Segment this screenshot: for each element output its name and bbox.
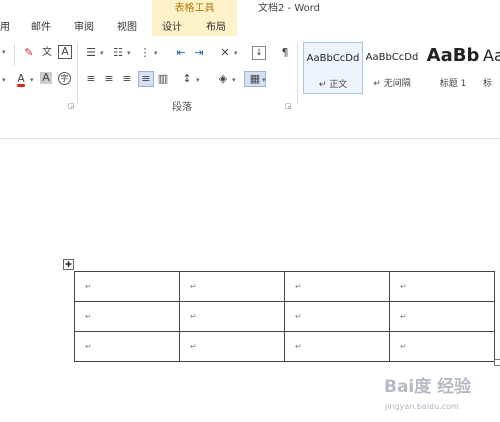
tab-mailings[interactable]: 邮件 (31, 18, 51, 33)
table-move-handle[interactable]: ✚ (63, 259, 74, 270)
table-cell[interactable]: ↵ (389, 331, 495, 362)
table-row: ↵ ↵ ↵ ↵ (74, 271, 495, 302)
justify-icon[interactable]: ≡ (138, 71, 154, 87)
chevron-down-icon[interactable]: ▾ (154, 49, 158, 57)
numbering-icon[interactable]: ☷ (111, 46, 125, 60)
table-cell[interactable]: ↵ (284, 301, 390, 332)
align-center-icon[interactable]: ≡ (102, 72, 116, 86)
table-cell[interactable]: ↵ (179, 301, 285, 332)
tab-start[interactable]: 用 (0, 18, 10, 33)
chevron-down-icon[interactable]: ▾ (2, 76, 6, 84)
paragraph-mark: ↵ (400, 282, 407, 291)
table-resize-handle[interactable] (494, 359, 500, 366)
table-cell[interactable]: ↵ (179, 331, 285, 362)
style-heading-1[interactable]: AaBb 标题 1 (423, 42, 483, 92)
table-cell[interactable]: ↵ (74, 271, 180, 302)
paragraph-group-label: 段落 (172, 102, 192, 113)
paragraph-mark: ↵ (85, 282, 92, 291)
paragraph-mark: ↵ (295, 282, 302, 291)
bullets-icon[interactable]: ☰ (84, 46, 98, 60)
style-name: ↵ 无间隔 (373, 79, 411, 89)
style-no-spacing[interactable]: AaBbCcDd ↵ 无间隔 (363, 42, 421, 92)
style-sample: AaBbCcDd (365, 52, 419, 63)
sort-icon[interactable]: ↓ (252, 46, 266, 60)
table-tools-label: 表格工具 (174, 3, 215, 14)
table-row: ↵ ↵ ↵ ↵ (74, 331, 495, 362)
distributed-icon[interactable]: ▥ (156, 72, 170, 86)
style-name: 标 (483, 79, 493, 89)
tab-review[interactable]: 审阅 (74, 18, 94, 33)
style-sample: AaBb (426, 45, 480, 66)
style-name: 标题 1 (439, 79, 467, 89)
watermark-url: jingyan.baidu.com (385, 402, 459, 411)
chevron-down-icon[interactable]: ▾ (2, 48, 6, 56)
title-bar (0, 0, 500, 18)
window-title: 文档2 - Word (258, 3, 321, 14)
tab-table-layout[interactable]: 布局 (206, 18, 226, 33)
paragraph-mark: ↵ (190, 342, 197, 351)
style-normal[interactable]: AaBbCcDd ↵ 正文 (303, 42, 363, 94)
tab-table-design[interactable]: 设计 (162, 18, 182, 33)
paragraph-mark: ↵ (295, 342, 302, 351)
dialog-launcher-icon[interactable]: ◲ (285, 102, 292, 110)
align-right-icon[interactable]: ≡ (120, 72, 134, 86)
table-cell[interactable]: ↵ (74, 301, 180, 332)
phonetic-guide-icon[interactable]: 文 (40, 46, 54, 60)
character-shading-icon[interactable]: A (40, 72, 52, 84)
paragraph-mark: ↵ (190, 312, 197, 321)
chinese-layout-icon[interactable]: ✕ (218, 46, 232, 60)
chevron-down-icon[interactable]: ▾ (127, 49, 131, 57)
document-table[interactable]: ↵ ↵ ↵ ↵ ↵ ↵ ↵ ↵ ↵ ↵ ↵ ↵ (74, 271, 495, 362)
tab-view[interactable]: 视图 (117, 18, 137, 33)
chevron-down-icon[interactable]: ▾ (100, 49, 104, 57)
line-spacing-icon[interactable]: ↕ (180, 72, 194, 86)
clear-formatting-icon[interactable]: ✎ (22, 46, 36, 60)
paragraph-mark: ↵ (85, 312, 92, 321)
table-cell[interactable]: ↵ (389, 301, 495, 332)
ribbon-collapsed-strip (0, 116, 500, 139)
chevron-down-icon[interactable]: ▾ (232, 76, 236, 84)
style-heading-2[interactable]: Aa 标 (483, 42, 500, 92)
dialog-launcher-icon[interactable]: ◲ (68, 102, 75, 110)
character-border-icon[interactable]: A (58, 45, 72, 59)
paragraph-mark: ↵ (190, 282, 197, 291)
paragraph-mark: ↵ (400, 312, 407, 321)
style-name: ↵ 正文 (318, 80, 348, 90)
table-cell[interactable]: ↵ (284, 331, 390, 362)
chevron-down-icon[interactable]: ▾ (262, 76, 266, 84)
style-sample: Aa (483, 46, 500, 65)
font-color-icon[interactable]: A (14, 72, 28, 86)
style-sample: AaBbCcDd (306, 53, 360, 64)
increase-indent-icon[interactable]: ⇥ (192, 46, 206, 60)
show-marks-icon[interactable]: ¶ (278, 46, 292, 60)
paragraph-mark: ↵ (400, 342, 407, 351)
table-cell[interactable]: ↵ (389, 271, 495, 302)
table-cell[interactable]: ↵ (74, 331, 180, 362)
chevron-down-icon[interactable]: ▾ (196, 76, 200, 84)
paragraph-mark: ↵ (295, 312, 302, 321)
table-row: ↵ ↵ ↵ ↵ (74, 301, 495, 332)
enclose-characters-icon[interactable]: 字 (58, 72, 71, 85)
chevron-down-icon[interactable]: ▾ (30, 76, 34, 84)
paragraph-mark: ↵ (85, 342, 92, 351)
decrease-indent-icon[interactable]: ⇤ (174, 46, 188, 60)
table-cell[interactable]: ↵ (179, 271, 285, 302)
chevron-down-icon[interactable]: ▾ (234, 49, 238, 57)
multilevel-list-icon[interactable]: ⋮ (138, 46, 152, 60)
shading-icon[interactable]: ◈ (216, 72, 230, 86)
align-left-icon[interactable]: ≡ (84, 72, 98, 86)
baidu-watermark-logo: Bai度 经验 (384, 377, 472, 397)
table-cell[interactable]: ↵ (284, 271, 390, 302)
